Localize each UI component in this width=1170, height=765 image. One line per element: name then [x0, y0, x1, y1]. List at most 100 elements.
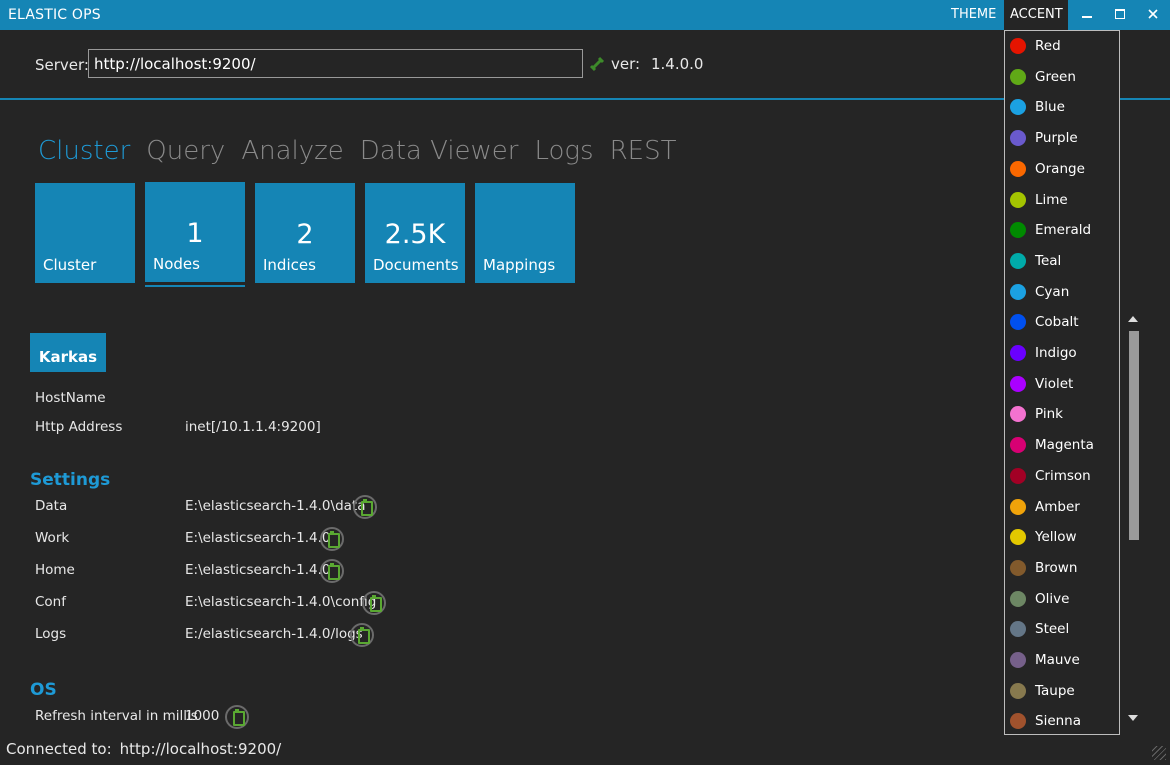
- color-swatch-icon: [1010, 498, 1026, 515]
- accent-option-violet[interactable]: Violet: [1005, 369, 1119, 399]
- app-title: ELASTIC OPS: [8, 7, 101, 23]
- accent-option-label: Olive: [1035, 590, 1070, 607]
- color-swatch-icon: [1010, 437, 1026, 454]
- accent-option-magenta[interactable]: Magenta: [1005, 430, 1119, 460]
- tile-documents[interactable]: 2.5K Documents: [365, 183, 465, 283]
- accent-option-label: Cobalt: [1035, 314, 1079, 331]
- scrollbar-thumb[interactable]: [1129, 331, 1139, 540]
- tab-query[interactable]: Query: [146, 136, 225, 166]
- copy-icon[interactable]: [353, 495, 377, 519]
- settings-heading: Settings: [30, 470, 111, 490]
- color-swatch-icon: [1010, 621, 1026, 638]
- color-swatch-icon: [1010, 590, 1026, 607]
- accent-option-label: Cyan: [1035, 283, 1070, 300]
- accent-option-cobalt[interactable]: Cobalt: [1005, 307, 1119, 337]
- settings-conf-label: Conf: [35, 594, 66, 610]
- close-icon[interactable]: [1138, 0, 1168, 30]
- accent-option-label: Blue: [1035, 99, 1065, 116]
- scroll-down-arrow-icon[interactable]: [1128, 715, 1138, 721]
- resize-grip-icon[interactable]: [1152, 746, 1166, 760]
- connection-link-icon[interactable]: [589, 56, 605, 72]
- accent-option-steel[interactable]: Steel: [1005, 614, 1119, 644]
- tab-logs[interactable]: Logs: [535, 136, 594, 166]
- tab-cluster[interactable]: Cluster: [38, 136, 130, 166]
- tile-label: Indices: [263, 256, 316, 274]
- copy-icon[interactable]: [362, 591, 386, 615]
- accent-option-green[interactable]: Green: [1005, 62, 1119, 92]
- refresh-interval-label: Refresh interval in millis: [35, 708, 198, 724]
- accent-option-cyan[interactable]: Cyan: [1005, 277, 1119, 307]
- accent-option-label: Indigo: [1035, 345, 1077, 361]
- color-swatch-icon: [1010, 559, 1026, 576]
- accent-dropdown-menu: Red Green Blue Purple Orange Lime Emerald Teal C…: [1004, 30, 1120, 735]
- accent-option-amber[interactable]: Amber: [1005, 492, 1119, 522]
- accent-option-blue[interactable]: Blue: [1005, 92, 1119, 122]
- scroll-up-arrow-icon[interactable]: [1128, 316, 1138, 322]
- title-bar: ELASTIC OPS THEME ACCENT: [0, 0, 1170, 30]
- accent-option-crimson[interactable]: Crimson: [1005, 461, 1119, 491]
- tab-data-viewer[interactable]: Data Viewer: [360, 136, 519, 166]
- accent-option-yellow[interactable]: Yellow: [1005, 522, 1119, 552]
- accent-option-taupe[interactable]: Taupe: [1005, 676, 1119, 706]
- accent-option-red[interactable]: Red: [1005, 31, 1119, 61]
- color-swatch-icon: [1010, 160, 1026, 177]
- status-bar: Connected to: http://localhost:9200/: [6, 740, 281, 758]
- color-swatch-icon: [1010, 99, 1026, 116]
- accent-option-label: Crimson: [1035, 467, 1091, 484]
- accent-option-orange[interactable]: Orange: [1005, 154, 1119, 184]
- accent-option-emerald[interactable]: Emerald: [1005, 215, 1119, 245]
- accent-option-label: Violet: [1035, 375, 1074, 392]
- color-swatch-icon: [1010, 68, 1026, 85]
- version-value: 1.4.0.0: [651, 55, 704, 73]
- tab-analyze[interactable]: Analyze: [241, 136, 343, 166]
- tile-label: Mappings: [483, 256, 556, 274]
- tile-cluster[interactable]: Cluster: [35, 183, 135, 283]
- accent-option-mauve[interactable]: Mauve: [1005, 645, 1119, 675]
- http-address-label: Http Address: [35, 419, 123, 435]
- color-swatch-icon: [1010, 406, 1026, 423]
- settings-conf-value: E:\elasticsearch-1.4.0\config: [185, 594, 377, 610]
- tile-indices[interactable]: 2 Indices: [255, 183, 355, 283]
- maximize-icon[interactable]: [1105, 0, 1135, 30]
- accent-option-sienna[interactable]: Sienna: [1005, 706, 1119, 734]
- copy-icon[interactable]: [320, 559, 344, 583]
- color-swatch-icon: [1010, 314, 1026, 331]
- settings-logs-value: E:/elasticsearch-1.4.0/logs: [185, 626, 363, 642]
- accent-option-pink[interactable]: Pink: [1005, 399, 1119, 429]
- color-swatch-icon: [1010, 191, 1026, 208]
- accent-option-indigo[interactable]: Indigo: [1005, 338, 1119, 368]
- accent-option-label: Taupe: [1035, 682, 1075, 699]
- tile-nodes[interactable]: 1 Nodes: [145, 182, 245, 282]
- accent-option-teal[interactable]: Teal: [1005, 246, 1119, 276]
- settings-logs-label: Logs: [35, 626, 67, 642]
- accent-option-lime[interactable]: Lime: [1005, 185, 1119, 215]
- color-swatch-icon: [1010, 252, 1026, 269]
- tile-label: Nodes: [153, 255, 200, 273]
- http-address-value: inet[/10.1.1.4:9200]: [185, 419, 321, 435]
- minimize-icon[interactable]: [1072, 0, 1102, 30]
- tile-count: 2.5K: [384, 219, 446, 250]
- tile-count: 2: [296, 219, 314, 250]
- color-swatch-icon: [1010, 222, 1026, 239]
- accent-option-label: Pink: [1035, 406, 1063, 423]
- tile-count: 1: [186, 218, 204, 249]
- color-swatch-icon: [1010, 652, 1026, 668]
- accent-menu-button[interactable]: ACCENT: [1004, 0, 1068, 30]
- accent-option-label: Mauve: [1035, 652, 1080, 668]
- accent-option-label: Green: [1035, 68, 1076, 85]
- copy-icon[interactable]: [350, 623, 374, 647]
- tile-label: Documents: [373, 256, 459, 274]
- node-name-badge: Karkas: [30, 333, 106, 372]
- theme-menu-button[interactable]: THEME: [945, 0, 1002, 30]
- accent-option-brown[interactable]: Brown: [1005, 553, 1119, 583]
- copy-icon[interactable]: [320, 527, 344, 551]
- accent-option-purple[interactable]: Purple: [1005, 123, 1119, 153]
- accent-option-label: Red: [1035, 38, 1061, 54]
- tab-rest[interactable]: REST: [610, 136, 677, 166]
- color-swatch-icon: [1010, 713, 1026, 730]
- tile-mappings[interactable]: Mappings: [475, 183, 575, 283]
- accent-option-olive[interactable]: Olive: [1005, 584, 1119, 614]
- color-swatch-icon: [1010, 375, 1026, 392]
- copy-icon[interactable]: [225, 705, 249, 729]
- server-url-input[interactable]: [88, 49, 583, 78]
